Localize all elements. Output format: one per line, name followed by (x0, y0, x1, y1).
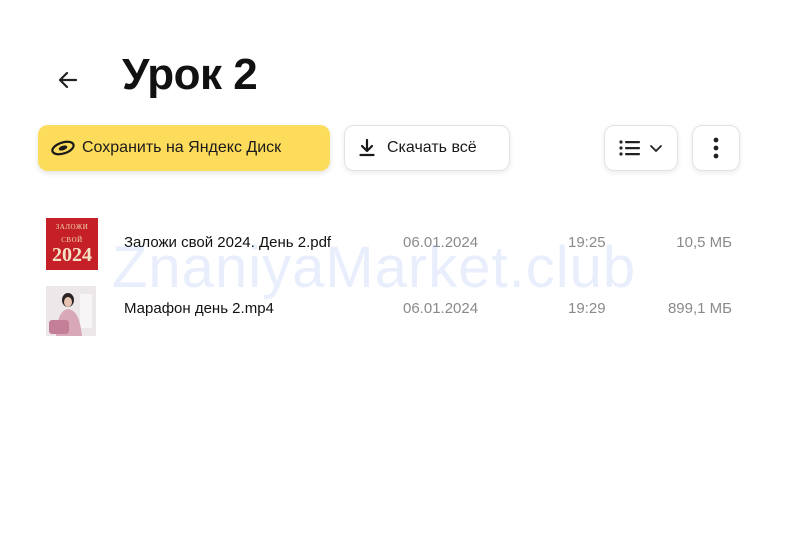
page-title: Урок 2 (122, 50, 258, 99)
thumbnail-text: ЗАЛОЖИ (55, 223, 89, 231)
file-date: 06.01.2024 (403, 300, 479, 317)
file-name[interactable]: Заложи свой 2024. День 2.pdf (124, 234, 331, 251)
file-size: 899,1 МБ (667, 300, 732, 317)
thumbnail-year: 2024 (52, 244, 92, 266)
file-time: 19:29 (568, 300, 606, 317)
list-view-icon (619, 140, 640, 156)
file-row[interactable]: Марафон день 2.mp4 06.01.2024 19:29 899,… (46, 284, 746, 336)
save-to-disk-button[interactable]: Сохранить на Яндекс Диск (38, 125, 330, 171)
download-button-label: Скачать всё (387, 139, 477, 156)
more-options-button[interactable] (692, 125, 740, 171)
disk-icon (50, 138, 76, 158)
arrow-left-icon (58, 71, 78, 89)
file-size: 10,5 МБ (676, 234, 732, 251)
file-date: 06.01.2024 (403, 234, 479, 251)
view-mode-button[interactable] (604, 125, 678, 171)
file-name[interactable]: Марафон день 2.mp4 (124, 300, 274, 317)
download-icon (359, 139, 377, 157)
back-button[interactable] (50, 62, 86, 98)
save-button-label: Сохранить на Яндекс Диск (82, 139, 282, 156)
video-thumbnail (46, 286, 96, 336)
download-all-button[interactable]: Скачать всё (344, 125, 510, 171)
file-time: 19:25 (568, 234, 606, 251)
thumbnail-text: СВОЙ (61, 236, 83, 244)
chevron-down-icon (650, 145, 662, 152)
file-row[interactable]: ЗАЛОЖИ СВОЙ 2024 Заложи свой 2024. День … (46, 218, 746, 270)
pdf-thumbnail: ЗАЛОЖИ СВОЙ 2024 (46, 218, 98, 270)
more-vertical-icon (713, 137, 719, 159)
